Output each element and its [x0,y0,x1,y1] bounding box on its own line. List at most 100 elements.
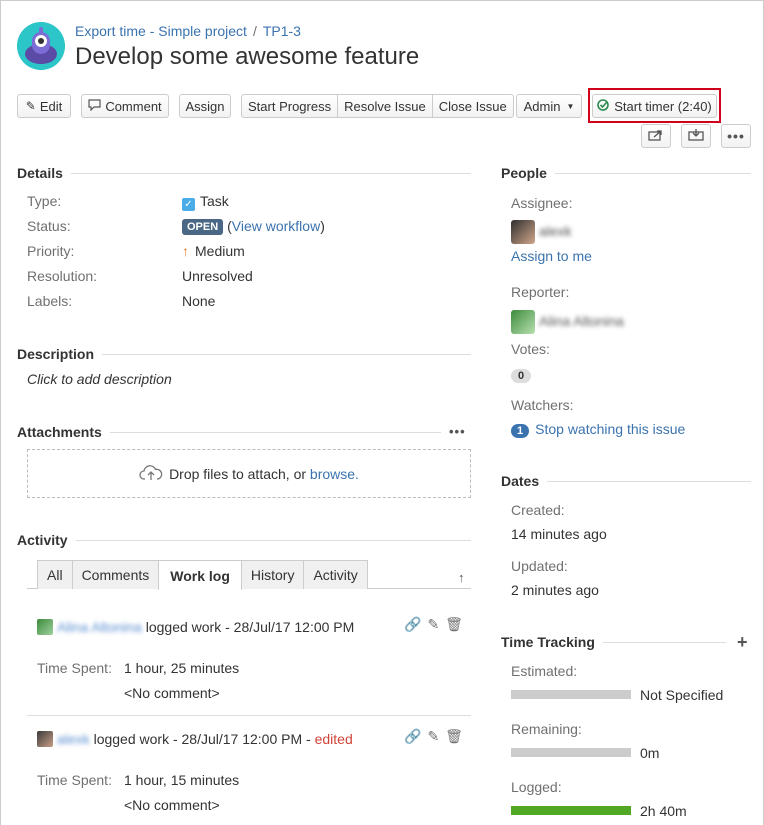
updated-label: Updated: [511,558,568,574]
worklog-entry-header: Alina Altonina logged work - 28/Jul/17 1… [37,619,354,635]
estimated-label: Estimated: [511,663,578,679]
estimated-value: Not Specified [640,687,724,703]
share-icon [648,128,664,144]
drop-files-text: Drop files to attach, or [169,465,307,482]
attachments-heading: Attachments [17,424,110,440]
resolution-label: Resolution: [27,268,98,284]
votes-count[interactable]: 0 [511,366,532,383]
worklog-comment: <No comment> [124,685,220,701]
start-timer-label: Start timer (2:40) [614,98,712,114]
export-button[interactable] [681,124,711,148]
workflow-button-group: Start Progress Resolve Issue Close Issue [241,94,514,118]
time-spent-label: Time Spent: [37,772,112,788]
remaining-value: 0m [640,745,660,761]
time-spent-label: Time Spent: [37,660,112,676]
activity-divider [17,540,471,541]
breadcrumb-issue-key-link[interactable]: TP1-3 [263,23,301,39]
remaining-label: Remaining: [511,721,582,737]
attachment-dropzone[interactable]: Drop files to attach, or browse. [27,449,471,498]
reporter-name[interactable]: Alina Altonina [539,313,624,329]
votes-label: Votes: [511,341,550,357]
activity-tabs: All Comments Work log History Activity [37,560,368,590]
stop-watching-link[interactable]: Stop watching this issue [535,421,685,437]
logged-label: Logged: [511,779,562,795]
remaining-bar [511,748,631,757]
edit-button[interactable]: ✎ Edit [17,94,71,118]
assign-button[interactable]: Assign [179,94,231,118]
assignee-name[interactable]: alexk [539,223,572,239]
tab-comments[interactable]: Comments [71,560,160,589]
worklog-user-link[interactable]: alexk [57,731,90,747]
delete-trash-icon[interactable]: 🗑 [445,728,463,745]
browse-link[interactable]: browse. [310,466,359,482]
priority-label: Priority: [27,243,75,259]
start-progress-button[interactable]: Start Progress [242,95,339,117]
dates-heading: Dates [501,473,548,489]
type-label: Type: [27,193,62,209]
edit-pencil-icon[interactable]: ✎ [427,728,439,745]
admin-dropdown-button[interactable]: Admin ▼ [516,94,582,118]
close-issue-button[interactable]: Close Issue [433,95,513,117]
project-avatar[interactable] [17,22,65,70]
assign-to-me-link[interactable]: Assign to me [511,248,592,264]
pencil-icon: ✎ [25,99,36,113]
breadcrumb: Export time - Simple project / TP1-3 [75,23,301,39]
watchers-badge[interactable]: 1 [511,424,530,438]
tab-work-log[interactable]: Work log [158,560,242,590]
edit-pencil-icon[interactable]: ✎ [427,616,439,633]
assign-button-label: Assign [185,98,225,114]
description-placeholder[interactable]: Click to add description [27,371,172,387]
labels-label: Labels: [27,293,73,309]
view-workflow-link[interactable]: View workflow [232,218,320,234]
worklog-user-link[interactable]: Alina Altonina [57,619,142,635]
resolve-issue-button[interactable]: Resolve Issue [338,95,433,117]
timer-check-icon [597,98,610,114]
download-icon [688,128,704,144]
worklog-actions: 🔗 ✎ 🗑 [404,728,463,745]
description-heading: Description [17,346,103,362]
more-actions-button[interactable]: ••• [721,124,751,148]
created-value: 14 minutes ago [511,526,607,542]
breadcrumb-separator: / [252,23,257,39]
share-button[interactable] [641,124,671,148]
worklog-comment: <No comment> [124,797,220,813]
logged-bar [511,806,631,815]
labels-value[interactable]: None [182,293,215,309]
avatar [511,220,535,244]
worklog-actions: 🔗 ✎ 🗑 [404,616,463,633]
people-heading: People [501,165,555,181]
avatar [37,619,53,635]
issue-title[interactable]: Develop some awesome feature [75,43,419,71]
breadcrumb-project-link[interactable]: Export time - Simple project [75,23,247,39]
tab-activity[interactable]: Activity [303,560,368,589]
more-icon: ••• [727,128,745,144]
time-spent-value: 1 hour, 15 minutes [124,772,240,788]
delete-trash-icon[interactable]: 🗑 [445,616,463,633]
priority-text: Medium [195,243,245,259]
avatar [511,310,535,334]
comment-icon [88,98,101,114]
comment-button[interactable]: Comment [81,94,169,118]
tab-all[interactable]: All [37,560,73,589]
edited-indicator: edited [314,731,353,747]
priority-value: ↑ Medium [182,243,245,259]
votes-badge: 0 [511,369,532,383]
start-timer-button[interactable]: Start timer (2:40) [592,94,717,118]
worklog-action-text: logged work - 28/Jul/17 12:00 PM [93,731,303,747]
link-icon[interactable]: 🔗 [404,728,421,745]
status-label: Status: [27,218,71,234]
add-time-plus-icon[interactable]: + [737,632,748,653]
status-value: OPEN (View workflow) [182,218,325,235]
link-icon[interactable]: 🔗 [404,616,421,633]
sort-arrow-up-icon[interactable]: ↑ [458,570,465,585]
tab-history[interactable]: History [240,560,305,589]
comment-button-label: Comment [105,98,162,114]
edit-button-label: Edit [39,98,63,114]
attachments-more-icon[interactable]: ••• [449,424,466,439]
type-value: ✓ Task [182,193,229,211]
assignee-label: Assignee: [511,195,573,211]
time-spent-value: 1 hour, 25 minutes [124,660,240,676]
time-tracking-heading: Time Tracking [501,634,603,650]
logged-bar-fill [511,806,631,815]
activity-heading: Activity [17,532,76,548]
